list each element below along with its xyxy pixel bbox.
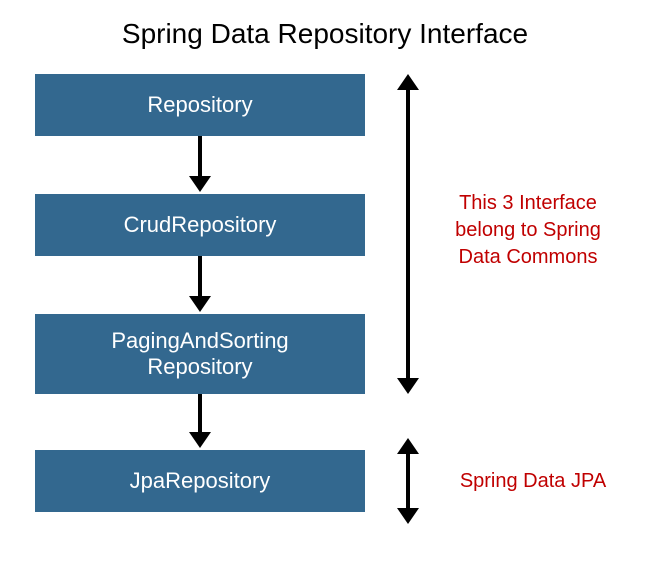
annotation-jpa: Spring Data JPA — [448, 468, 618, 495]
box-label: Repository — [147, 92, 252, 118]
box-paging-sorting-repository: PagingAndSorting Repository — [35, 314, 365, 394]
box-crud-repository: CrudRepository — [35, 194, 365, 256]
box-jpa-repository: JpaRepository — [35, 450, 365, 512]
annotation-text: Spring Data JPA — [460, 470, 606, 492]
diagram-title: Spring Data Repository Interface — [0, 0, 650, 60]
box-repository: Repository — [35, 74, 365, 136]
box-label: CrudRepository — [124, 212, 277, 238]
box-label: JpaRepository — [130, 468, 271, 494]
diagram-canvas: Repository CrudRepository PagingAndSorti… — [0, 60, 650, 560]
annotation-text: This 3 Interface belong to Spring Data C… — [455, 192, 601, 268]
box-label: PagingAndSorting Repository — [111, 328, 288, 381]
annotation-commons: This 3 Interface belong to Spring Data C… — [438, 190, 618, 271]
